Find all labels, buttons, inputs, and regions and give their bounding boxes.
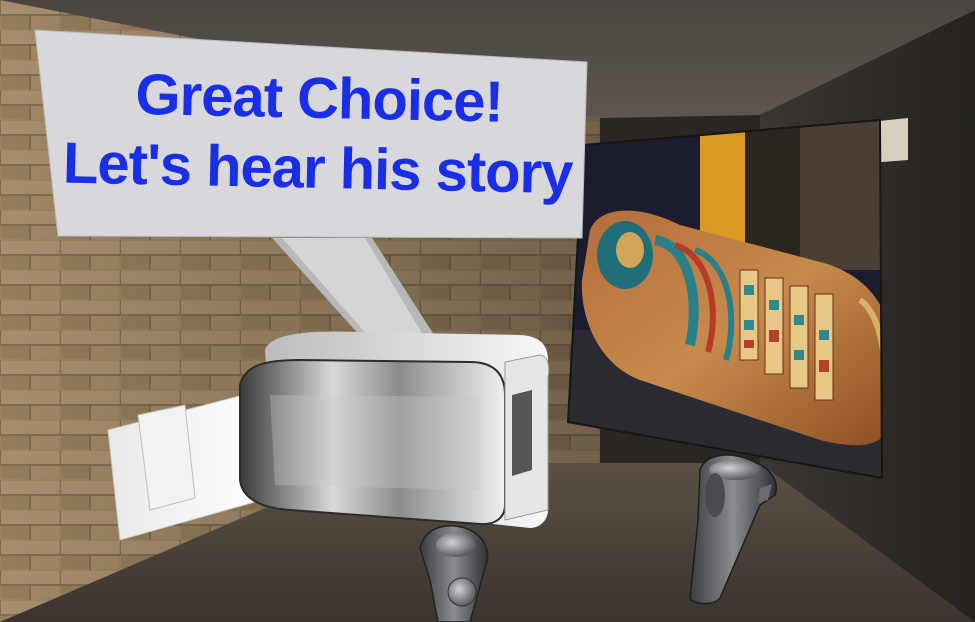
vr-controllers <box>419 454 777 622</box>
vr-controller-right-shape <box>689 454 777 605</box>
vr-tomb-scene: Great Choice! Let's hear his story <box>0 0 975 622</box>
vr-controller-left-shape <box>419 525 489 622</box>
